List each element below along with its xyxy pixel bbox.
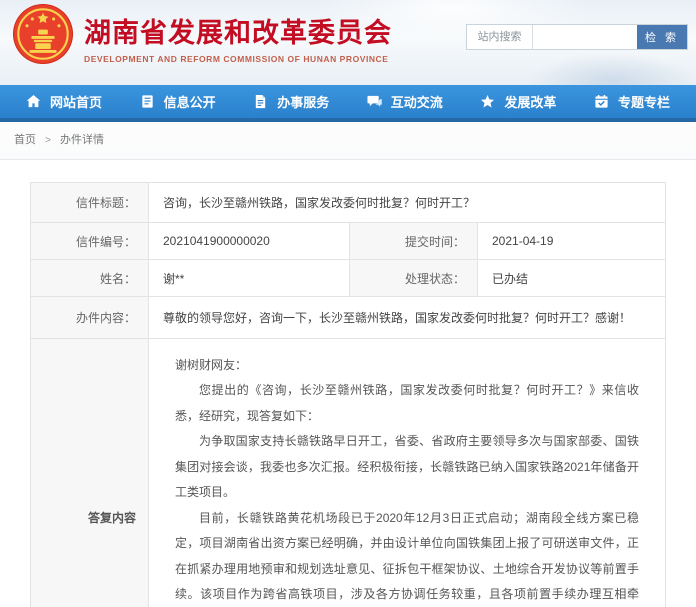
home-icon [26, 94, 41, 108]
main-nav: 网站首页 信息公开 办事服务 互动交流 发展改革 专题专栏 [0, 85, 696, 122]
site-search: 站内搜索 检 索 [466, 24, 688, 50]
submit-time-label: 提交时间： [349, 222, 478, 260]
reply-paragraph: 谢树财网友： [175, 358, 248, 372]
status-value: 已办结 [477, 259, 666, 297]
reply-content-value: 谢树财网友： 您提出的《咨询，长沙至赣州铁路，国家发改委何时批复？何时开工？》来… [148, 338, 666, 607]
nav-item-label: 网站首页 [50, 95, 103, 110]
request-content-value: 尊敬的领导您好，咨询一下，长沙至赣州铁路，国家发改委何时批复？何时开工？感谢！ [148, 296, 666, 339]
name-value: 谢** [148, 259, 350, 297]
star-icon [481, 94, 495, 108]
page: 湖南省发展和改革委员会 DEVELOPMENT AND REFORM COMMI… [0, 0, 696, 607]
site-header: 湖南省发展和改革委员会 DEVELOPMENT AND REFORM COMMI… [0, 0, 696, 85]
reply-paragraph: 您提出的《咨询，长沙至赣州铁路，国家发改委何时批复？何时开工？》来信收悉，经研究… [175, 383, 639, 423]
request-content-label: 办件内容： [30, 296, 149, 339]
letter-number-label: 信件编号： [30, 222, 149, 260]
brand: 湖南省发展和改革委员会 DEVELOPMENT AND REFORM COMMI… [12, 3, 392, 65]
nav-item-label: 信息公开 [163, 95, 216, 110]
service-file-icon [256, 94, 266, 109]
nav-item-label: 互动交流 [390, 95, 443, 110]
letter-title-value: 咨询，长沙至赣州铁路，国家发改委何时批复？何时开工？ [148, 182, 666, 223]
letter-title-label: 信件标题： [30, 182, 149, 223]
reply-paragraph: 目前，长赣铁路黄花机场段已于2020年12月3日正式启动；湖南段全线方案已稳定，… [175, 510, 639, 601]
letter-number-value: 2021041900000020 [148, 222, 350, 260]
breadcrumb-current: 办件详情 [59, 134, 104, 146]
nav-item-development-reform[interactable]: 发展改革 [480, 92, 556, 111]
site-subtitle: DEVELOPMENT AND REFORM COMMISSION OF HUN… [84, 53, 389, 64]
national-emblem-logo [12, 3, 74, 65]
table-row: 姓名： 谢** 处理状态： 已办结 [30, 259, 666, 297]
chat-icon [367, 95, 382, 107]
nav-item-info-disclosure[interactable]: 信息公开 [140, 92, 216, 111]
nav-item-interaction[interactable]: 互动交流 [367, 92, 443, 111]
brand-text: 湖南省发展和改革委员会 DEVELOPMENT AND REFORM COMMI… [84, 5, 392, 64]
nav-item-services[interactable]: 办事服务 [253, 92, 329, 111]
nav-item-special-columns[interactable]: 专题专栏 [594, 92, 670, 111]
submit-time-value: 2021-04-19 [477, 222, 666, 260]
nav-item-label: 发展改革 [504, 95, 557, 110]
site-title: 湖南省发展和改革委员会 [84, 17, 392, 48]
status-label: 处理状态： [349, 259, 478, 297]
breadcrumb-separator: > [45, 135, 51, 146]
letter-detail-table: 信件标题： 咨询，长沙至赣州铁路，国家发改委何时批复？何时开工？ 信件编号： 2… [30, 182, 666, 607]
table-row: 信件标题： 咨询，长沙至赣州铁路，国家发改委何时批复？何时开工？ [30, 182, 666, 223]
search-input[interactable] [533, 25, 637, 49]
table-row: 办件内容： 尊敬的领导您好，咨询一下，长沙至赣州铁路，国家发改委何时批复？何时开… [30, 296, 666, 339]
table-row: 答复内容 谢树财网友： 您提出的《咨询，长沙至赣州铁路，国家发改委何时批复？何时… [30, 338, 666, 607]
search-scope-label: 站内搜索 [467, 25, 533, 49]
reply-content-label: 答复内容 [30, 338, 149, 607]
nav-item-label: 办事服务 [277, 95, 330, 110]
nav-item-home[interactable]: 网站首页 [26, 92, 102, 111]
breadcrumb-home-link[interactable]: 首页 [14, 134, 36, 146]
reply-paragraph: 为争取国家支持长赣铁路早日开工，省委、省政府主要领导多次与国家部委、国铁集团对接… [175, 434, 639, 500]
document-icon [141, 95, 153, 108]
search-button[interactable]: 检 索 [637, 25, 687, 49]
name-label: 姓名： [30, 259, 149, 297]
table-row: 信件编号： 2021041900000020 提交时间： 2021-04-19 [30, 222, 666, 260]
calendar-icon [595, 94, 608, 108]
breadcrumb: 首页 > 办件详情 [0, 122, 696, 160]
letter-detail-panel: 信件标题： 咨询，长沙至赣州铁路，国家发改委何时批复？何时开工？ 信件编号： 2… [0, 160, 696, 607]
nav-item-label: 专题专栏 [617, 95, 670, 110]
